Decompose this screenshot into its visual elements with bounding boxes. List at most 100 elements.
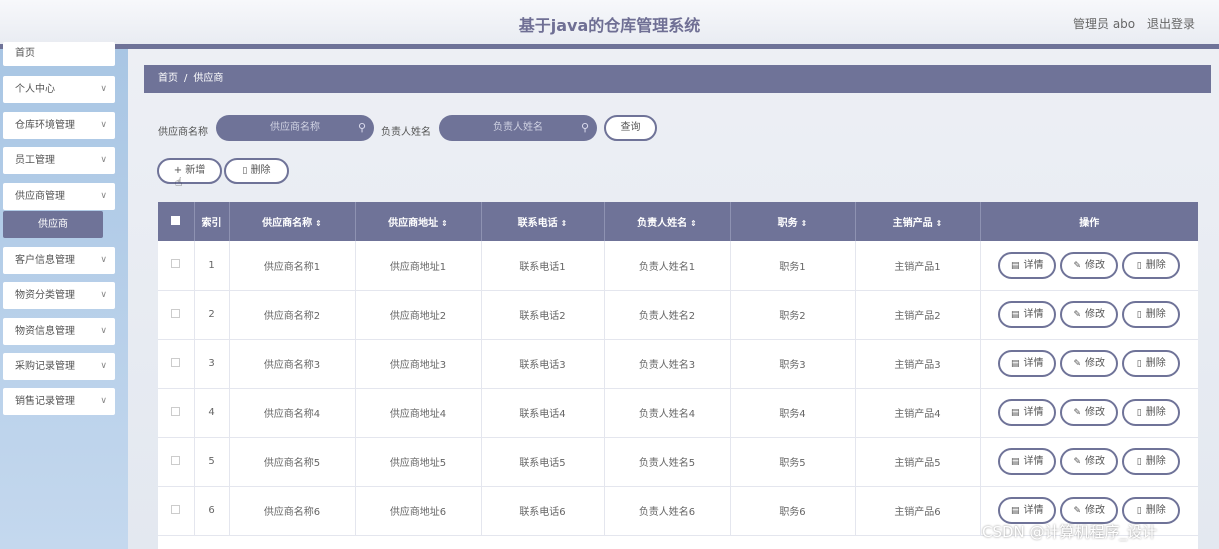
sidebar-item-profile[interactable]: 个人中心 ∨ [3,76,115,103]
edit-button[interactable]: ✎ 修改 [1060,251,1119,279]
document-icon: ▤ [1010,457,1020,467]
sidebar-item-label: 客户信息管理 [15,255,75,266]
cell-person: 负责人姓名4 [604,388,731,438]
chevron-down-icon: ∨ [100,255,107,265]
cell-index: 1 [194,241,230,291]
detail-button[interactable]: ▤ 详情 [998,350,1057,377]
search-icon: ⚲ [580,121,589,134]
row-delete-button[interactable]: ▯ 删除 [1122,497,1181,524]
cell-product: 主销产品6 [855,486,981,536]
cell-actions: ▤ 详情 ✎ 修改 ▯ 删除 [980,290,1198,340]
cell-person: 负责人姓名5 [604,437,731,487]
col-header-person[interactable]: 负责人姓名 ⇕ [604,202,731,241]
detail-button[interactable]: ▤ 详情 [998,448,1057,475]
document-icon: ▤ [1010,408,1020,418]
cell-product: 主销产品5 [855,437,981,487]
delete-label: 删除 [250,165,271,176]
document-icon: ▤ [1010,310,1020,320]
sidebar-item-home[interactable]: 首页 [3,42,115,66]
sidebar-item-customers[interactable]: 客户信息管理 ∨ [3,247,115,274]
sidebar-subitem-supplier[interactable]: 供应商 [3,211,103,238]
trash-icon: ▯ [1136,506,1142,516]
row-delete-button[interactable]: ▯ 删除 [1122,448,1181,475]
cell-phone: 联系电话5 [481,437,605,487]
pencil-icon: ✎ [1073,408,1082,418]
breadcrumb-separator: / [184,73,188,84]
detail-button[interactable]: ▤ 详情 [998,251,1057,279]
detail-button[interactable]: ▤ 详情 [998,497,1057,524]
row-checkbox[interactable] [158,241,195,291]
sort-icon: ⇕ [560,219,568,228]
col-header-actions: 操作 [980,202,1198,241]
supplier-table: 索引 供应商名称 ⇕ 供应商地址 ⇕ 联系电话 ⇕ 负责人姓名 ⇕ 职务 ⇕ 主销产品 ⇕ … [158,202,1198,549]
sidebar-item-label: 个人中心 [15,84,55,95]
cell-product: 主销产品4 [855,388,981,438]
cell-phone: 联系电话3 [481,339,605,389]
table-row: 5 供应商名称5 供应商地址5 联系电话5 负责人姓名5 职务5 主销产品5 ▤ 详情 ✎ 修改 ▯ 删… [158,437,1198,487]
trash-icon: ▯ [242,166,248,176]
cell-duty: 职务5 [730,437,856,487]
sidebar-item-sales[interactable]: 销售记录管理 ∨ [3,388,115,415]
detail-button[interactable]: ▤ 详情 [998,399,1057,426]
watermark: CSDN @计算机程序_设计 [982,523,1158,541]
edit-button[interactable]: ✎ 修改 [1060,399,1119,426]
row-delete-button[interactable]: ▯ 删除 [1122,399,1181,426]
delete-button[interactable]: ▯ 删除 [224,158,289,184]
cell-actions: ▤ 详情 ✎ 修改 ▯ 删除 [980,388,1198,438]
row-checkbox[interactable] [158,339,195,389]
sidebar-item-materials[interactable]: 物资信息管理 ∨ [3,318,115,345]
supplier-name-input[interactable]: 供应商名称 ⚲ [216,115,374,141]
cell-person: 负责人姓名3 [604,339,731,389]
logout-link[interactable]: 退出登录 [1147,15,1195,32]
top-header: 基于java的仓库管理系统 管理员 abo 退出登录 [0,0,1219,44]
pencil-icon: ✎ [1073,457,1082,467]
col-header-duty[interactable]: 职务 ⇕ [730,202,856,241]
select-all-checkbox[interactable] [158,202,195,241]
row-checkbox[interactable] [158,437,195,487]
query-button[interactable]: 查询 [604,115,657,141]
breadcrumb-home[interactable]: 首页 [158,73,178,84]
cell-address: 供应商地址4 [355,388,482,438]
cell-address: 供应商地址5 [355,437,482,487]
col-header-product[interactable]: 主销产品 ⇕ [855,202,981,241]
row-checkbox[interactable] [158,388,195,438]
detail-button[interactable]: ▤ 详情 [998,301,1057,328]
cell-person: 负责人姓名2 [604,290,731,340]
col-header-phone[interactable]: 联系电话 ⇕ [481,202,605,241]
pencil-icon: ✎ [1073,310,1082,320]
table-row: 3 供应商名称3 供应商地址3 联系电话3 负责人姓名3 职务3 主销产品3 ▤ 详情 ✎ 修改 ▯ 删… [158,339,1198,389]
breadcrumb-current: 供应商 [193,73,224,84]
row-delete-button[interactable]: ▯ 删除 [1122,251,1181,279]
chevron-down-icon: ∨ [100,290,107,300]
cell-duty: 职务6 [730,486,856,536]
edit-button[interactable]: ✎ 修改 [1060,497,1119,524]
row-checkbox[interactable] [158,486,195,536]
row-delete-button[interactable]: ▯ 删除 [1122,301,1181,328]
breadcrumb: 首页 / 供应商 [144,65,1211,93]
cell-address: 供应商地址1 [355,241,482,291]
sidebar-item-warehouse[interactable]: 仓库环境管理 ∨ [3,112,115,139]
row-delete-button[interactable]: ▯ 删除 [1122,350,1181,377]
row-checkbox[interactable] [158,290,195,340]
cell-name: 供应商名称1 [229,241,356,291]
col-header-name[interactable]: 供应商名称 ⇕ [229,202,356,241]
pencil-icon: ✎ [1073,359,1082,369]
edit-button[interactable]: ✎ 修改 [1060,350,1119,377]
edit-button[interactable]: ✎ 修改 [1060,301,1119,328]
sidebar-item-label: 员工管理 [15,155,55,166]
sidebar-item-employees[interactable]: 员工管理 ∨ [3,147,115,174]
cell-index: 3 [194,339,230,389]
sidebar-item-supplier-mgmt[interactable]: 供应商管理 ∨ [3,183,115,210]
sidebar-item-categories[interactable]: 物资分类管理 ∨ [3,282,115,309]
document-icon: ▤ [1010,260,1020,271]
col-header-address[interactable]: 供应商地址 ⇕ [355,202,482,241]
edit-button[interactable]: ✎ 修改 [1060,448,1119,475]
person-name-input[interactable]: 负责人姓名 ⚲ [439,115,597,141]
trash-icon: ▯ [1136,260,1142,271]
add-button[interactable]: + 新增 [157,158,222,184]
cell-address: 供应商地址6 [355,486,482,536]
pencil-icon: ✎ [1073,506,1082,516]
chevron-down-icon: ∨ [100,84,107,94]
sidebar-item-purchases[interactable]: 采购记录管理 ∨ [3,353,115,380]
sidebar: 首页 个人中心 ∨ 仓库环境管理 ∨ 员工管理 ∨ 供应商管理 ∨ 供应商 客户… [0,42,128,549]
